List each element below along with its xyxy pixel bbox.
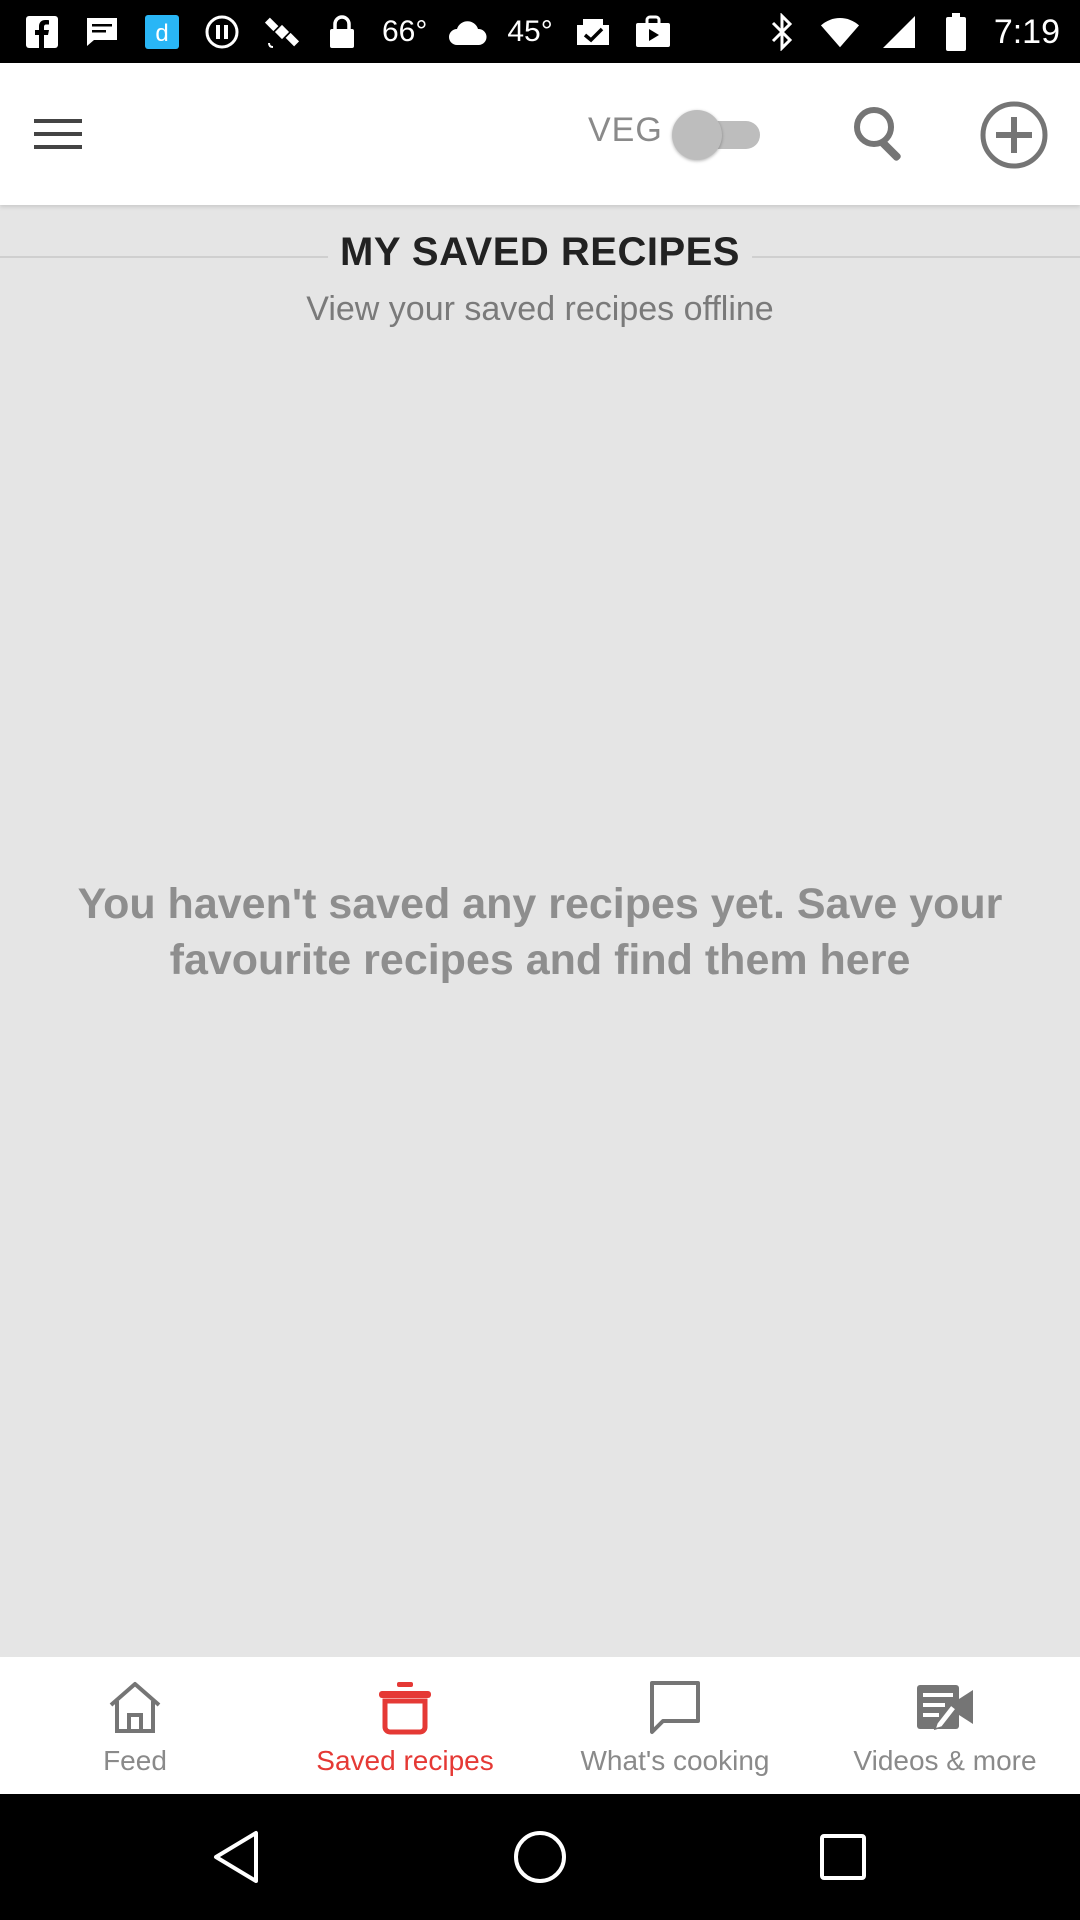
recents-square-icon [820,1834,866,1880]
empty-state-message: You haven't saved any recipes yet. Save … [77,880,1003,984]
veg-toggle-knob [672,110,722,160]
search-button[interactable] [848,101,914,167]
recents-button[interactable] [813,1827,873,1887]
status-bar: d 66° 45° 7:19 [0,0,1080,63]
veg-toggle[interactable] [672,110,764,160]
cooking-pot-icon [379,1682,431,1735]
facebook-icon [22,12,62,52]
pause-circle-icon [202,12,242,52]
lock-icon [322,12,362,52]
hamburger-menu-icon [34,119,82,149]
nav-item-whats-cooking[interactable]: What's cooking [540,1657,810,1794]
task-check-icon [573,12,613,52]
home-circle-icon [514,1831,566,1883]
back-button[interactable] [208,1827,268,1887]
battery-icon [936,12,976,52]
bluetooth-icon [762,12,802,52]
page-subtitle: View your saved recipes offline [306,290,774,328]
temperature-text-1: 66° [382,15,428,48]
dictionary-app-icon: d [142,12,182,52]
nav-item-feed[interactable]: Feed [0,1657,270,1794]
bottom-navigation: Feed Saved recipes What's cooking Videos… [0,1657,1080,1794]
satellite-icon [262,12,302,52]
search-icon [854,107,901,161]
section-header: MY SAVED RECIPES [0,230,1080,284]
svg-text:d: d [155,20,168,47]
page-title: MY SAVED RECIPES [328,230,752,275]
wifi-icon [820,12,860,52]
signal-icon [878,12,918,52]
nav-label-whats-cooking: What's cooking [580,1745,770,1776]
app-root: d 66° 45° 7:19 VEG MY SAVED RECIPES View… [0,0,1080,1920]
chat-bubble-icon [650,1681,700,1734]
temperature-text-2: 45° [507,15,553,48]
nav-label-saved-recipes: Saved recipes [316,1745,494,1776]
menu-button[interactable] [30,109,86,159]
add-recipe-button[interactable] [978,99,1050,171]
nav-label-videos-more: Videos & more [853,1745,1037,1776]
app-toolbar: VEG [0,63,1080,205]
video-edit-icon [917,1685,973,1731]
nav-item-videos-more[interactable]: Videos & more [810,1657,1080,1794]
veg-label: VEG [588,111,663,149]
system-status-icons: 7:19 [762,10,1060,54]
message-icon [82,12,122,52]
add-circle-icon [980,101,1048,169]
home-button[interactable] [510,1827,570,1887]
nav-item-saved-recipes[interactable]: Saved recipes [270,1657,540,1794]
shopping-bag-icon [633,12,673,52]
notification-icons: d 66° 45° [22,10,673,54]
system-navigation-bar [0,1794,1080,1920]
nav-label-feed: Feed [103,1745,167,1776]
clock-time: 7:19 [993,12,1060,51]
home-icon [109,1682,161,1733]
back-triangle-icon [214,1831,258,1883]
cloud-icon [447,12,487,52]
